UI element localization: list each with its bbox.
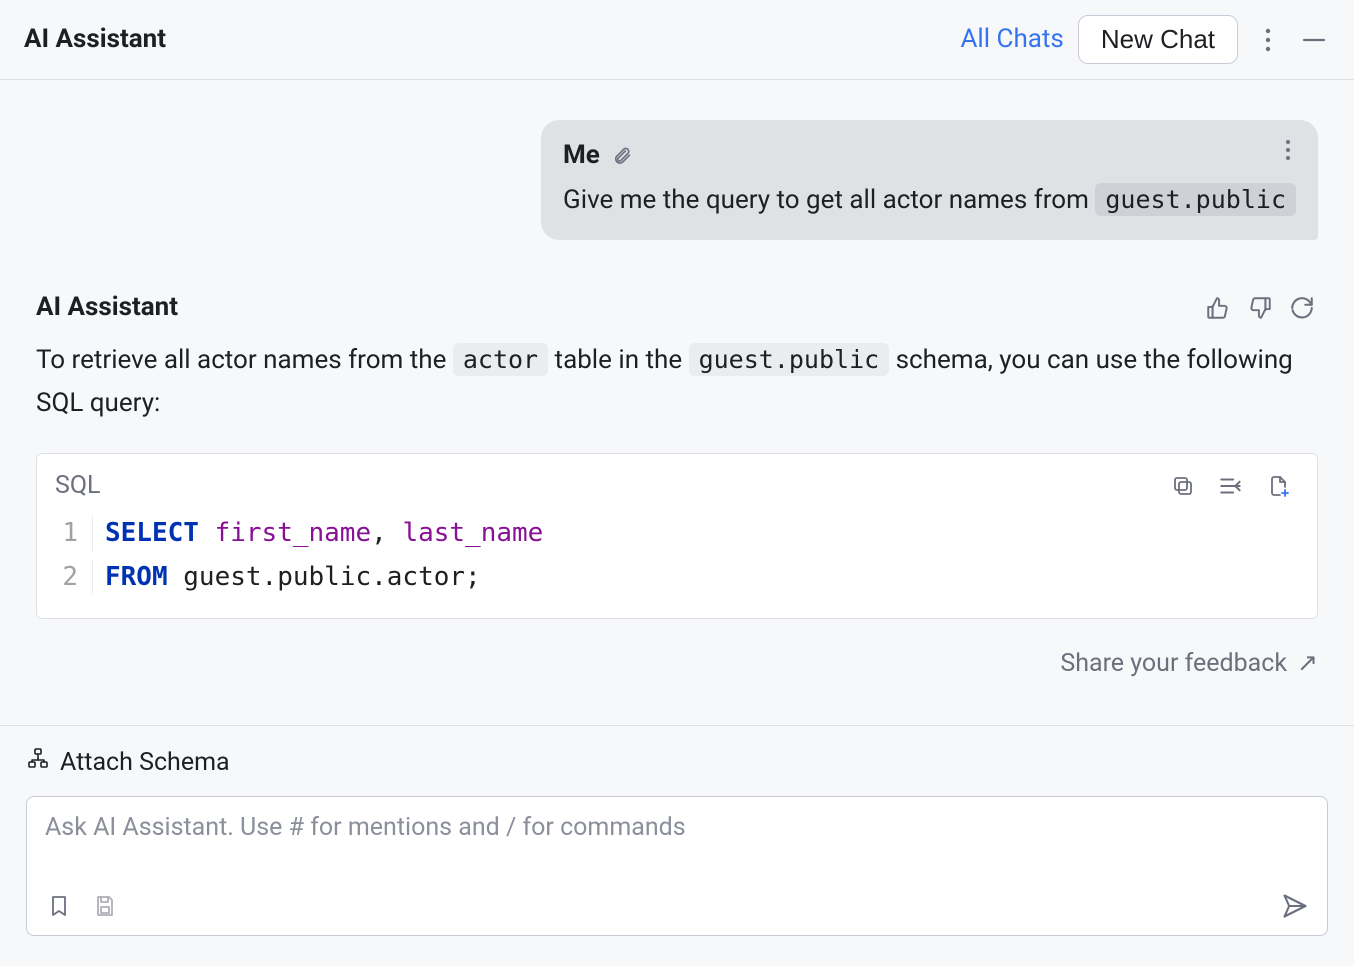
user-message-bubble: Me Give me the query to get all actor na…	[541, 120, 1318, 240]
composer-area: Attach Schema	[0, 725, 1354, 962]
conversation-area: Me Give me the query to get all actor na…	[0, 80, 1354, 725]
bookmark-icon[interactable]	[43, 890, 75, 922]
line-number: 2	[37, 560, 93, 595]
attach-schema-button[interactable]: Attach Schema	[26, 746, 1328, 780]
line-number: 1	[37, 516, 93, 551]
panel-title: AI Assistant	[24, 22, 166, 57]
code-language-label: SQL	[55, 469, 101, 503]
attachment-icon[interactable]	[610, 144, 634, 168]
message-menu-icon[interactable]	[1276, 138, 1300, 162]
copy-icon[interactable]	[1163, 466, 1203, 506]
user-message-text: Give me the query to get all actor names…	[563, 183, 1296, 218]
external-link-icon: ↗	[1297, 649, 1318, 678]
inline-code-chip: guest.public	[1095, 183, 1296, 216]
save-icon[interactable]	[89, 890, 121, 922]
schema-icon	[26, 746, 50, 780]
code-block: SQL 1 SELECT first_name, last_name 2 FROM g…	[36, 453, 1318, 619]
prompt-input[interactable]	[43, 811, 1311, 887]
create-file-icon[interactable]	[1259, 466, 1299, 506]
code-content[interactable]: 1 SELECT first_name, last_name 2 FROM guest…	[37, 510, 1317, 618]
thumbs-down-icon[interactable]	[1244, 292, 1276, 324]
code-toolbar: SQL	[37, 454, 1317, 510]
composer	[26, 796, 1328, 936]
user-message-text-part: Give me the query to get all actor names…	[563, 185, 1095, 215]
new-chat-button[interactable]: New Chat	[1078, 15, 1238, 64]
assistant-text-part: To retrieve all actor names from the	[36, 345, 453, 375]
thumbs-up-icon[interactable]	[1202, 292, 1234, 324]
share-feedback-label: Share your feedback	[1060, 649, 1287, 678]
inline-code-chip: actor	[453, 343, 548, 376]
insert-at-caret-icon[interactable]	[1211, 466, 1251, 506]
share-feedback-link[interactable]: Share your feedback ↗	[0, 619, 1354, 705]
code-line: 2 FROM guest.public.actor;	[37, 560, 1317, 604]
send-icon[interactable]	[1279, 890, 1311, 922]
assistant-message-text: To retrieve all actor names from the act…	[36, 339, 1318, 425]
minimize-icon[interactable]	[1298, 24, 1330, 56]
assistant-message-block: AI Assistant To retrieve all actor names…	[0, 240, 1354, 619]
user-author-label: Me	[563, 138, 600, 173]
assistant-text-part: table in the	[548, 345, 688, 375]
kebab-menu-icon[interactable]	[1252, 24, 1284, 56]
inline-code-chip: guest.public	[689, 343, 890, 376]
code-text: FROM guest.public.actor;	[105, 560, 481, 595]
assistant-author-label: AI Assistant	[36, 290, 178, 325]
regenerate-icon[interactable]	[1286, 292, 1318, 324]
code-text: SELECT first_name, last_name	[105, 516, 543, 551]
header: AI Assistant All Chats New Chat	[0, 0, 1354, 80]
attach-schema-label: Attach Schema	[60, 746, 230, 780]
all-chats-link[interactable]: All Chats	[960, 22, 1063, 57]
code-line: 1 SELECT first_name, last_name	[37, 516, 1317, 560]
user-message-row: Me Give me the query to get all actor na…	[0, 120, 1354, 240]
